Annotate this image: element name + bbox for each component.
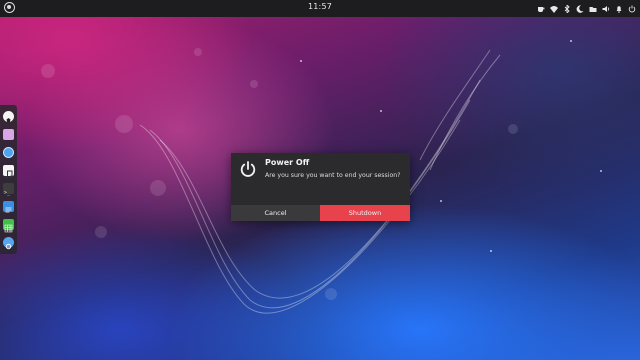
document-icon[interactable]: [3, 201, 14, 213]
power-icon: [240, 161, 256, 177]
cup-icon[interactable]: [537, 5, 545, 13]
system-tray: [537, 2, 636, 15]
bluetooth-icon[interactable]: [563, 4, 571, 13]
folder-icon[interactable]: [3, 129, 14, 140]
svg-text:>_: >_: [4, 190, 11, 196]
browser-icon[interactable]: [3, 147, 14, 158]
app-dock: >_: [0, 105, 17, 254]
music-icon[interactable]: [3, 165, 14, 179]
dialog-message: Are you sure you want to end your sessio…: [265, 172, 401, 179]
dialog-title: Power Off: [265, 158, 310, 167]
settings-icon[interactable]: [3, 237, 14, 250]
power-icon[interactable]: [628, 5, 636, 13]
terminal-icon[interactable]: >_: [3, 183, 14, 196]
power-off-dialog: Power Off Are you sure you want to end y…: [231, 153, 410, 221]
cancel-button[interactable]: Cancel: [231, 205, 320, 221]
folder-icon[interactable]: [589, 5, 597, 13]
bell-icon[interactable]: [615, 5, 623, 13]
soccer-ball-icon[interactable]: [3, 111, 14, 122]
desktop-wallpaper: 11:57 >_ Power Off Are you sure you want…: [0, 0, 640, 360]
wifi-icon[interactable]: [550, 5, 558, 13]
shutdown-button[interactable]: Shutdown: [320, 205, 410, 221]
top-panel: 11:57: [0, 0, 640, 17]
spreadsheet-icon[interactable]: [3, 219, 14, 233]
moon-icon[interactable]: [576, 4, 584, 13]
volume-icon[interactable]: [602, 5, 610, 13]
